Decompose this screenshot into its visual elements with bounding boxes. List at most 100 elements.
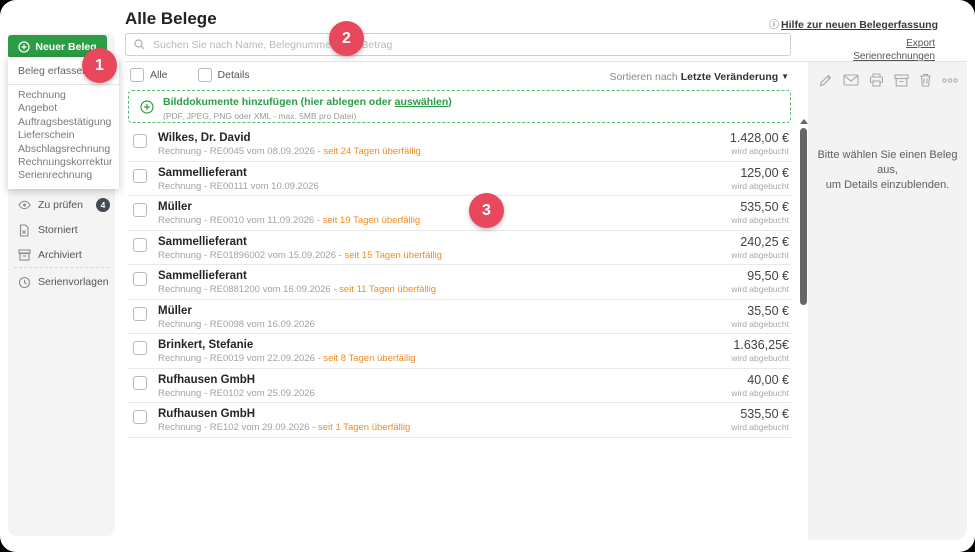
chevron-down-icon: ▼	[781, 72, 789, 81]
document-row[interactable]: Müller Rechnung - RE0098 vom 16.09.2026 …	[128, 300, 791, 335]
edit-pencil-icon[interactable]	[818, 73, 833, 88]
sidebar-item-label: Zu prüfen	[38, 199, 83, 211]
search-input[interactable]	[151, 38, 790, 52]
customer-name: Sammellieferant	[158, 167, 247, 179]
menu-item-rechnungskorrektur[interactable]: Rechnungskorrektur	[8, 156, 119, 169]
document-meta: Rechnung - RE102 vom 29.09.2026 - seit 1…	[158, 422, 410, 433]
detail-toolbar	[818, 70, 958, 90]
annotation-step-1: 1	[82, 48, 117, 83]
document-list: Wilkes, Dr. David Rechnung - RE0045 vom …	[128, 127, 791, 438]
payment-status: wird abgebucht	[731, 146, 789, 156]
row-checkbox[interactable]	[133, 376, 147, 390]
help-link[interactable]: ⓘHilfe zur neuen Belegerfassung	[769, 16, 938, 31]
app-window: Entwürfe Zu prüfen 4 Storniert Archivier…	[0, 0, 975, 552]
row-checkbox[interactable]	[133, 169, 147, 183]
document-row[interactable]: Rufhausen GmbH Rechnung - RE102 vom 29.0…	[128, 403, 791, 438]
plus-circle-icon	[18, 41, 30, 53]
document-meta: Rechnung - RE0881200 vom 16.09.2026 - se…	[158, 284, 436, 295]
row-checkbox[interactable]	[133, 238, 147, 252]
sidebar-item-zu-pruefen[interactable]: Zu prüfen 4	[8, 193, 115, 217]
document-meta: Rechnung - RE01896002 vom 15.09.2026 - s…	[158, 250, 442, 261]
amount: 1.636,25€	[733, 338, 789, 352]
eye-icon	[18, 199, 31, 212]
menu-item-angebot[interactable]: Angebot	[8, 102, 119, 115]
details-checkbox[interactable]	[198, 68, 212, 82]
sort-control[interactable]: Sortieren nach Letzte Veränderung ▼	[609, 71, 789, 83]
document-meta: Rechnung - RE0019 vom 22.09.2026 - seit …	[158, 353, 416, 364]
sidebar-item-archiviert[interactable]: Archiviert	[8, 243, 115, 267]
document-row[interactable]: Wilkes, Dr. David Rechnung - RE0045 vom …	[128, 127, 791, 162]
customer-name: Rufhausen GmbH	[158, 408, 255, 420]
payment-status: wird abgebucht	[731, 215, 789, 225]
overdue-label: seit 24 Tagen überfällig	[323, 146, 421, 157]
overdue-label: seit 19 Tagen überfällig	[323, 215, 421, 226]
amount: 240,25 €	[740, 235, 789, 249]
scrollbar-up-arrow[interactable]	[800, 119, 808, 124]
document-row[interactable]: Sammellieferant Rechnung - RE0881200 vom…	[128, 265, 791, 300]
upload-dropzone[interactable]: Bilddokumente hinzufügen (hier ablegen o…	[128, 90, 791, 123]
amount: 535,50 €	[740, 407, 789, 421]
export-link[interactable]: Export	[853, 37, 935, 50]
menu-item-auftragsbestaetigung[interactable]: Auftragsbestätigung	[8, 116, 119, 129]
document-meta: Rechnung - RE0102 vom 25.09.2026	[158, 388, 315, 399]
trash-icon[interactable]	[919, 73, 932, 87]
document-meta: Rechnung - RE0010 vom 11.09.2026 - seit …	[158, 215, 420, 226]
document-row[interactable]: Sammellieferant Rechnung - RE01896002 vo…	[128, 231, 791, 266]
sidebar-item-serienvorlagen[interactable]: Serienvorlagen	[8, 270, 115, 294]
scrollbar-thumb[interactable]	[800, 128, 807, 305]
customer-name: Müller	[158, 201, 192, 213]
document-cancel-icon	[18, 224, 31, 237]
sidebar-item-label: Storniert	[38, 224, 78, 236]
dropzone-subtitle: (PDF, JPEG, PNG oder XML - max. 5MB pro …	[163, 111, 452, 121]
sidebar-divider	[14, 267, 109, 268]
amount: 35,50 €	[747, 304, 789, 318]
document-meta: Rechnung - RE00111 vom 10.09.2026	[158, 181, 319, 192]
amount: 535,50 €	[740, 200, 789, 214]
row-checkbox[interactable]	[133, 341, 147, 355]
overdue-label: seit 8 Tagen überfällig	[323, 353, 415, 364]
dropzone-select-link[interactable]: auswählen	[395, 96, 449, 108]
row-checkbox[interactable]	[133, 134, 147, 148]
count-badge: 4	[96, 198, 110, 212]
customer-name: Sammellieferant	[158, 270, 247, 282]
payment-status: wird abgebucht	[731, 284, 789, 294]
payment-status: wird abgebucht	[731, 353, 789, 363]
document-row[interactable]: Brinkert, Stefanie Rechnung - RE0019 vom…	[128, 334, 791, 369]
document-row[interactable]: Rufhausen GmbH Rechnung - RE0102 vom 25.…	[128, 369, 791, 404]
menu-item-rechnung[interactable]: Rechnung	[8, 89, 119, 102]
email-icon[interactable]	[843, 74, 859, 86]
overdue-label: seit 11 Tagen überfällig	[339, 284, 436, 295]
header-links: Export Serienrechnungen	[853, 37, 935, 63]
more-options-icon[interactable]	[942, 78, 958, 83]
customer-name: Brinkert, Stefanie	[158, 339, 253, 351]
list-toolbar: Alle Details	[130, 68, 250, 82]
document-meta: Rechnung - RE0098 vom 16.09.2026	[158, 319, 315, 330]
customer-name: Müller	[158, 305, 192, 317]
repeat-clock-icon	[18, 276, 31, 289]
archive-icon	[18, 249, 31, 262]
select-all-checkbox[interactable]	[130, 68, 144, 82]
payment-status: wird abgebucht	[731, 422, 789, 432]
customer-name: Rufhausen GmbH	[158, 374, 255, 386]
menu-item-serienrechnung[interactable]: Serienrechnung	[8, 169, 119, 182]
menu-item-abschlagsrechnung[interactable]: Abschlagsrechnung	[8, 143, 119, 156]
row-checkbox[interactable]	[133, 410, 147, 424]
sort-value: Letzte Veränderung	[681, 71, 778, 83]
print-icon[interactable]	[869, 73, 884, 87]
menu-item-lieferschein[interactable]: Lieferschein	[8, 129, 119, 142]
plus-circle-icon	[140, 100, 154, 114]
new-document-label: Neuer Beleg	[35, 41, 96, 53]
overdue-label: seit 1 Tagen überfällig	[318, 422, 410, 433]
detail-panel: Bitte wählen Sie einen Beleg aus, um Det…	[808, 62, 967, 540]
archive-box-icon[interactable]	[894, 74, 909, 87]
page-title: Alle Belege	[125, 9, 217, 29]
row-checkbox[interactable]	[133, 272, 147, 286]
document-row[interactable]: Müller Rechnung - RE0010 vom 11.09.2026 …	[128, 196, 791, 231]
document-row[interactable]: Sammellieferant Rechnung - RE00111 vom 1…	[128, 162, 791, 197]
sort-label: Sortieren nach	[609, 71, 680, 83]
row-checkbox[interactable]	[133, 203, 147, 217]
overdue-label: seit 15 Tagen überfällig	[344, 250, 442, 261]
search-bar[interactable]	[125, 33, 791, 56]
row-checkbox[interactable]	[133, 307, 147, 321]
sidebar-item-storniert[interactable]: Storniert	[8, 218, 115, 242]
